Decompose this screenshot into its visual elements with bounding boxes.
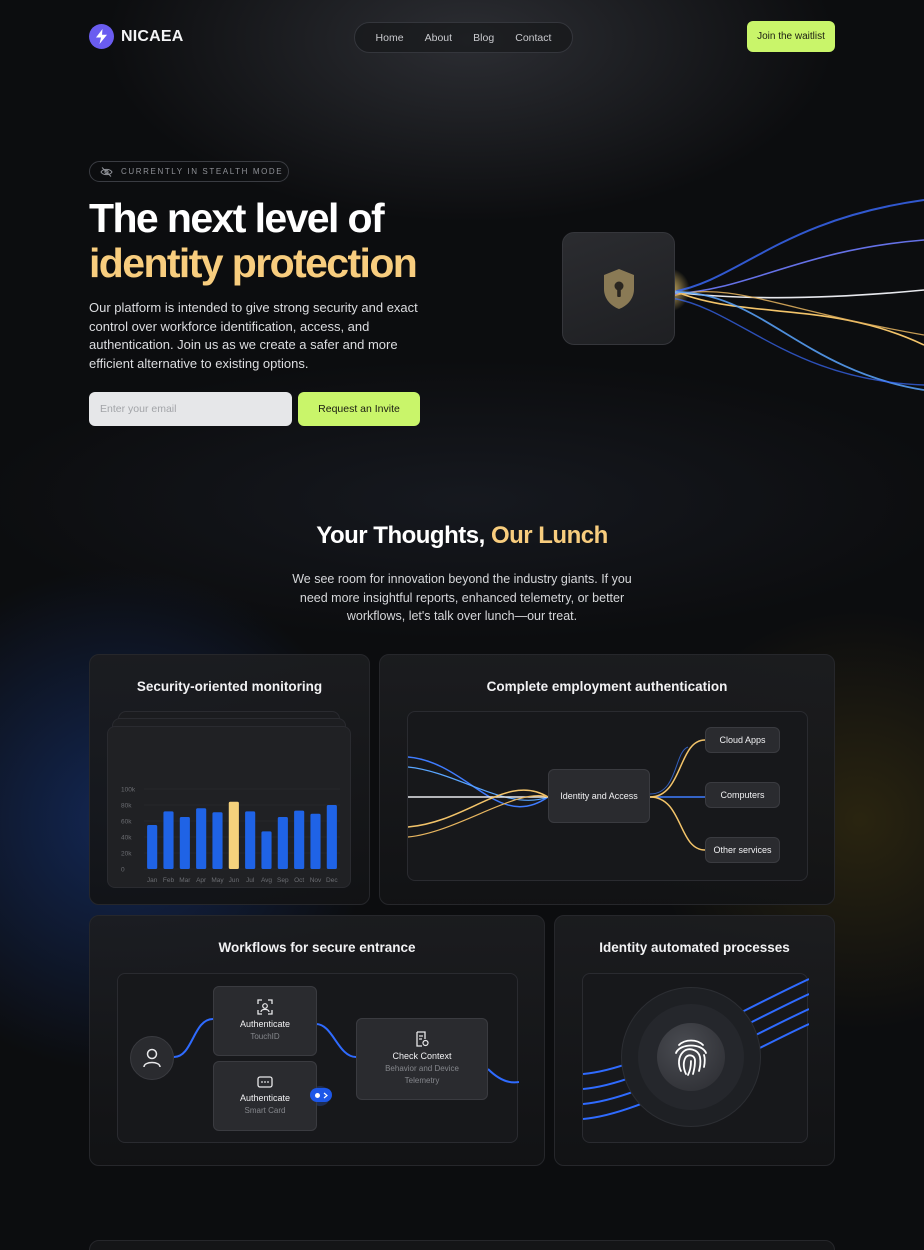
y-tick-label: 40k	[121, 835, 132, 842]
face-scan-icon	[257, 999, 273, 1015]
fingerprint-badge	[657, 1023, 725, 1091]
request-invite-button[interactable]: Request an Invite	[298, 392, 420, 426]
bar-jul	[245, 811, 256, 869]
section-title-part1: Your Thoughts,	[316, 522, 485, 549]
identity-card: Identity automated processes	[554, 915, 835, 1166]
x-tick-label: Dec	[326, 877, 338, 884]
chevron-right-icon	[323, 1092, 328, 1098]
identity-access-label: Identity and Access	[560, 791, 638, 801]
touchid-step-title: Authenticate	[239, 1019, 291, 1029]
x-tick-label: Jul	[246, 877, 255, 884]
nav-link-blog[interactable]: Blog	[473, 32, 494, 44]
hero-description: Our platform is intended to give strong …	[89, 300, 418, 371]
bar-jan	[147, 825, 158, 869]
x-tick-label: Avg	[261, 877, 272, 884]
smartcard-toggle[interactable]	[310, 1088, 332, 1102]
x-tick-label: Apr	[196, 877, 207, 884]
section-title: Your Thoughts, Our Lunch	[0, 522, 924, 550]
user-icon	[143, 1048, 161, 1068]
computers-node: Computers	[705, 782, 780, 808]
next-section-card	[89, 1240, 835, 1250]
brand-logo[interactable]: NICAEA	[89, 24, 184, 49]
bar-jun	[228, 801, 239, 869]
check-context-node: Check Context Behavior and Device Teleme…	[356, 1018, 488, 1100]
smartcard-step-subtitle: Smart Card	[244, 1105, 286, 1115]
bar-chart: 0 20k 40k 60k 80k 100k Jan Feb Mar Apr May Jun Jul Av…	[121, 787, 340, 884]
lightning-icon	[89, 24, 114, 49]
x-tick-label: Sep	[277, 877, 289, 884]
workflow-diagram-panel: Authenticate TouchID Authenticate Smart …	[117, 973, 519, 1143]
y-tick-label: 60k	[121, 819, 132, 826]
workflows-card-title: Workflows for secure entrance	[218, 940, 416, 955]
eye-off-icon	[100, 166, 113, 177]
bar-oct	[294, 810, 305, 869]
section-title-part2: Our Lunch	[490, 522, 608, 549]
smart-card-icon	[257, 1075, 273, 1088]
identity-access-node: Identity and Access	[548, 769, 650, 823]
x-tick-label: Nov	[310, 877, 322, 884]
smartcard-step-title: Authenticate	[239, 1092, 291, 1103]
hero-title: The next level of identity protection	[89, 195, 418, 286]
bar-nov	[310, 813, 321, 869]
monitoring-card: Security-oriented monitoring 0 20k 40k 60k 8…	[89, 654, 370, 905]
y-tick-label: 80k	[121, 803, 132, 810]
y-tick-label: 20k	[121, 851, 132, 858]
hero-title-line2: identity protection	[89, 240, 418, 286]
bar-feb	[163, 811, 174, 869]
section-description: We see room for innovation beyond the in…	[292, 572, 632, 623]
document-check-icon	[416, 1031, 429, 1047]
nav-link-about[interactable]: About	[425, 32, 452, 44]
nav-link-home[interactable]: Home	[376, 32, 404, 44]
authentication-card-title: Complete employment authentication	[486, 679, 728, 694]
bar-sep	[277, 817, 288, 869]
bar-dec	[326, 805, 337, 869]
authentication-card: Complete employment authentication Ident…	[379, 654, 835, 905]
identity-card-title: Identity automated processes	[599, 940, 790, 955]
x-tick-label: Feb	[163, 877, 175, 884]
auth-diagram-panel: Identity and Access Cloud Apps Computers…	[407, 711, 808, 881]
x-tick-label: Jun	[229, 877, 240, 884]
fingerprint-icon	[675, 1039, 707, 1076]
bar-apr	[196, 808, 207, 869]
toggle-knob	[314, 1092, 320, 1098]
stealth-badge-label: CURRENTLY IN STEALTH MODE	[121, 167, 284, 176]
join-waitlist-button[interactable]: Join the waitlist	[747, 21, 835, 52]
touchid-step-subtitle: TouchID	[250, 1032, 280, 1041]
touchid-step-node: Authenticate TouchID	[213, 986, 317, 1056]
x-tick-label: May	[211, 877, 224, 884]
bar-may	[212, 812, 223, 869]
main-nav: Home About Blog Contact	[354, 22, 573, 53]
chart-panel: 0 20k 40k 60k 80k 100k Jan Feb Mar Apr May Jun Jul Av…	[107, 726, 351, 888]
fingerprint-panel	[582, 973, 809, 1143]
bar-mar	[179, 817, 190, 869]
workflows-card: Workflows for secure entrance Authentica…	[89, 915, 545, 1166]
x-tick-label: Jan	[147, 877, 158, 884]
user-avatar	[130, 1036, 174, 1080]
y-tick-label: 0	[121, 867, 125, 874]
monitoring-card-title: Security-oriented monitoring	[136, 679, 323, 694]
other-services-label: Other services	[713, 845, 772, 855]
smartcard-step-node: Authenticate Smart Card	[213, 1061, 317, 1131]
y-tick-label: 100k	[121, 787, 136, 794]
hero-title-line1: The next level of	[89, 195, 385, 241]
other-services-node: Other services	[705, 837, 780, 863]
stealth-badge: CURRENTLY IN STEALTH MODE	[89, 161, 289, 182]
computers-label: Computers	[720, 790, 765, 800]
check-context-title: Check Context	[392, 1051, 452, 1061]
cloud-apps-label: Cloud Apps	[719, 735, 766, 745]
nav-link-contact[interactable]: Contact	[515, 32, 551, 44]
page: NICAEA Home About Blog Contact Join the …	[0, 0, 924, 1250]
lock-tile	[562, 232, 675, 345]
x-tick-label: Oct	[294, 877, 304, 884]
x-tick-label: Mar	[179, 877, 191, 884]
check-context-subtitle: Behavior and Device Telemetry	[385, 1064, 459, 1085]
email-input[interactable]	[89, 392, 292, 426]
cloud-apps-node: Cloud Apps	[705, 727, 780, 753]
brand-name: NICAEA	[121, 27, 184, 45]
bar-avg	[261, 831, 272, 869]
shield-lock-icon	[603, 268, 634, 309]
